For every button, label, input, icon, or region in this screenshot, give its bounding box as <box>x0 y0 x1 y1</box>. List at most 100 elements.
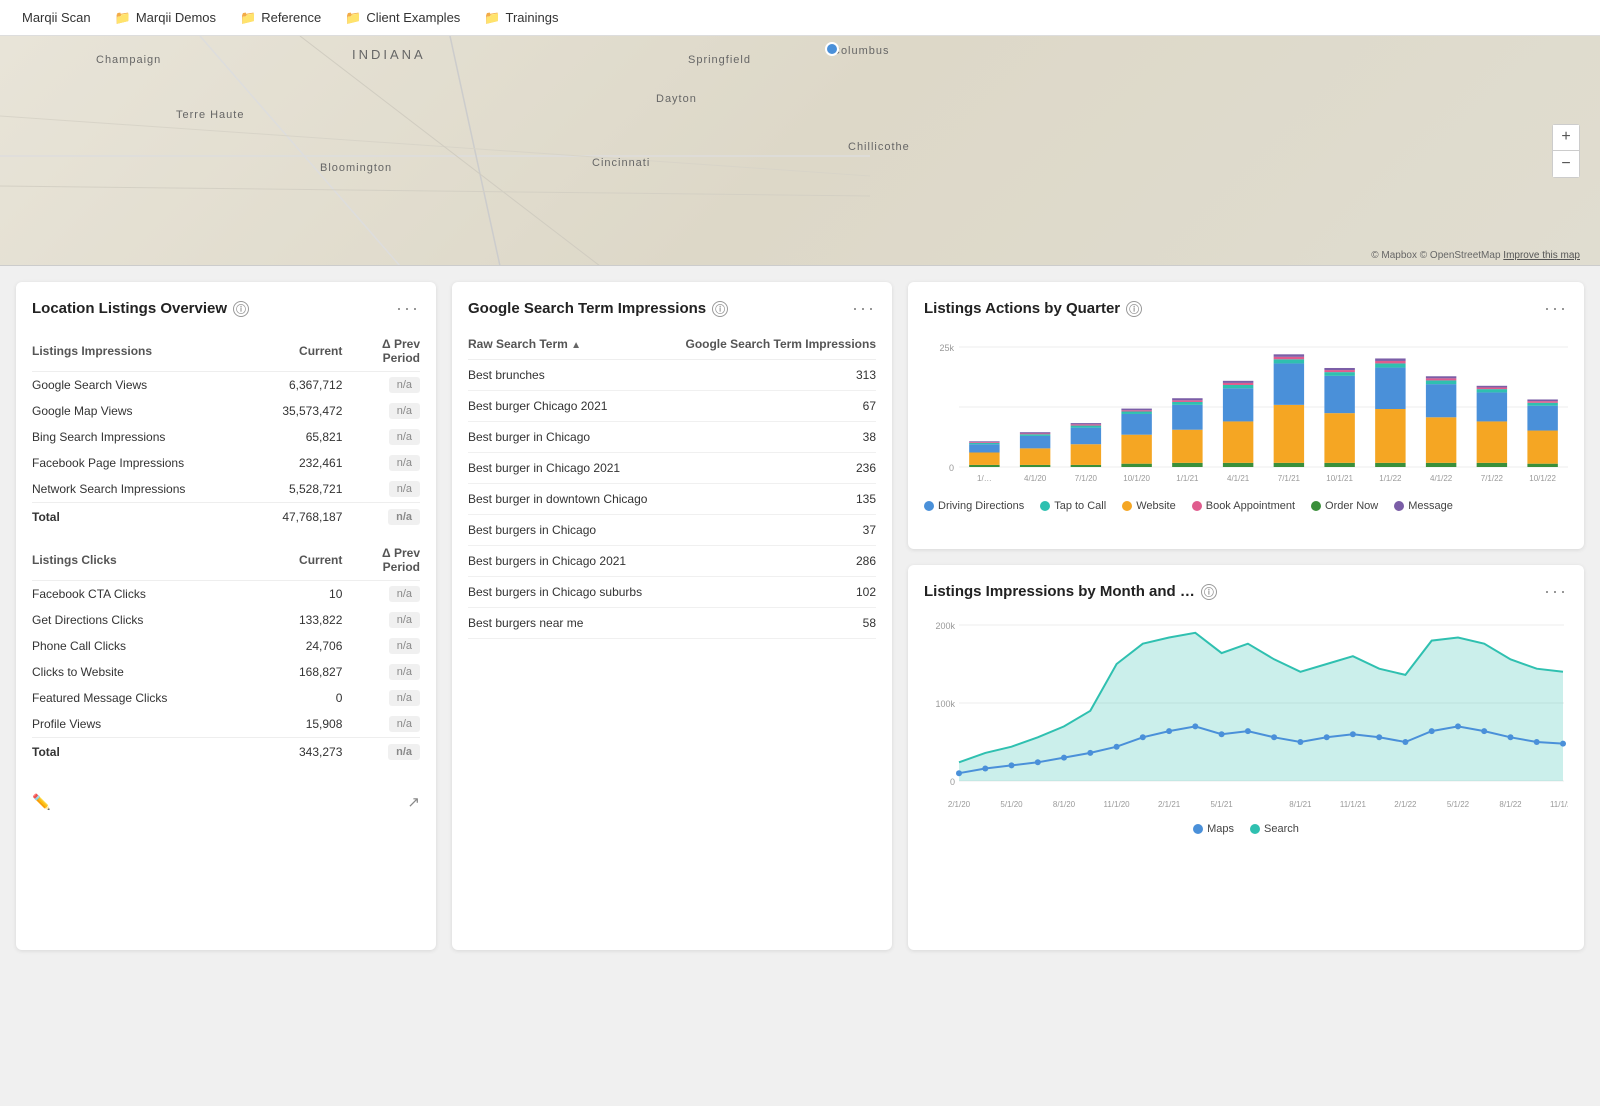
map-background[interactable]: Champaign INDIANA Terre Haute Bloomingto… <box>0 36 1600 265</box>
na-badge: n/a <box>389 586 420 602</box>
impressions-cell: 135 <box>675 484 876 515</box>
search-term-cell: Best burgers in Chicago <box>468 515 675 546</box>
search-table-row: Best burgers in Chicago37 <box>468 515 876 546</box>
clicks-total-row: Total 343,273 n/a <box>32 738 420 766</box>
top-nav: Marqii Scan 📁 Marqii Demos 📁 Reference 📁… <box>0 0 1600 36</box>
search-term-cell: Best burgers in Chicago suburbs <box>468 577 675 608</box>
folder-icon: 📁 <box>115 10 131 26</box>
delta-header: Δ Prev Period <box>342 333 420 372</box>
clicks-current-header: Current <box>245 542 342 581</box>
svg-text:11/1/21: 11/1/21 <box>1340 800 1367 809</box>
map-label-indiana: INDIANA <box>352 47 426 62</box>
location-listings-header: Location Listings Overview ⓘ ··· <box>32 298 420 319</box>
nav-client-examples[interactable]: 📁 Client Examples <box>335 6 470 30</box>
nav-label: Marqii Demos <box>136 10 216 25</box>
search-table-header: Raw Search Term ▲ Google Search Term Imp… <box>468 333 876 360</box>
svg-text:1/1/22: 1/1/22 <box>1379 474 1402 483</box>
table-row: Clicks to Website 168,827 n/a <box>32 659 420 685</box>
impressions-total-row: Total 47,768,187 n/a <box>32 503 420 531</box>
line-chart-svg: 200k100k02/1/205/1/208/1/2011/1/202/1/21… <box>924 616 1568 816</box>
svg-text:7/1/20: 7/1/20 <box>1075 474 1098 483</box>
legend-label: Message <box>1408 500 1453 512</box>
impressions-header-label: Listings Impressions <box>32 333 245 372</box>
nav-marqii-demos[interactable]: 📁 Marqii Demos <box>105 6 226 30</box>
sort-arrow[interactable]: ▲ <box>571 340 581 351</box>
nav-marqii-scan[interactable]: Marqii Scan <box>12 6 101 29</box>
clicks-section-header: Listings Clicks Current Δ Prev Period <box>32 542 420 581</box>
table-row: Get Directions Clicks 133,822 n/a <box>32 607 420 633</box>
table-row: Bing Search Impressions 65,821 n/a <box>32 424 420 450</box>
listings-actions-header: Listings Actions by Quarter ⓘ ··· <box>924 298 1568 319</box>
map-label-terre-haute: Terre Haute <box>176 109 244 121</box>
table-row: Google Search Views 6,367,712 n/a <box>32 372 420 399</box>
card-menu-button[interactable]: ··· <box>1544 581 1568 602</box>
improve-map-link[interactable]: Improve this map <box>1503 250 1580 261</box>
impressions-cell: 286 <box>675 546 876 577</box>
folder-icon: 📁 <box>484 10 500 26</box>
impressions-cell: 38 <box>675 422 876 453</box>
svg-text:10/1/20: 10/1/20 <box>1123 474 1150 483</box>
expand-icon[interactable]: ↗ <box>407 793 420 811</box>
legend-label: Website <box>1136 500 1176 512</box>
svg-text:2/1/22: 2/1/22 <box>1394 800 1417 809</box>
card-menu-button[interactable]: ··· <box>852 298 876 319</box>
map-attribution: © Mapbox © OpenStreetMap Improve this ma… <box>1371 250 1580 261</box>
impressions-section-header: Listings Impressions Current Δ Prev Peri… <box>32 333 420 372</box>
location-listings-title-text: Location Listings Overview <box>32 300 227 317</box>
na-badge: n/a <box>389 690 420 706</box>
info-icon[interactable]: ⓘ <box>233 301 249 317</box>
svg-text:8/1/20: 8/1/20 <box>1053 800 1076 809</box>
card-menu-button[interactable]: ··· <box>396 298 420 319</box>
map-label-chillicothe: Chillicothe <box>848 141 910 153</box>
svg-text:7/1/21: 7/1/21 <box>1278 474 1301 483</box>
na-badge: n/a <box>389 481 420 497</box>
map-label-cincinnati: Cincinnati <box>592 157 650 169</box>
nav-reference[interactable]: 📁 Reference <box>230 6 331 30</box>
legend-dot <box>1311 501 1321 511</box>
bar-chart-legend: Driving Directions Tap to Call Website B… <box>924 500 1568 512</box>
raw-search-term-col: Raw Search Term ▲ <box>468 333 675 360</box>
svg-text:11/1/22: 11/1/22 <box>1550 800 1568 809</box>
legend-label: Tap to Call <box>1054 500 1106 512</box>
info-icon[interactable]: ⓘ <box>1126 301 1142 317</box>
search-table-row: Best burger in Chicago38 <box>468 422 876 453</box>
legend-dot <box>1192 501 1202 511</box>
folder-icon: 📁 <box>240 10 256 26</box>
search-table-row: Best burgers near me58 <box>468 608 876 639</box>
svg-text:2/1/20: 2/1/20 <box>948 800 971 809</box>
legend-label: Driving Directions <box>938 500 1024 512</box>
legend-dot <box>924 501 934 511</box>
info-icon[interactable]: ⓘ <box>712 301 728 317</box>
location-listings-card: Location Listings Overview ⓘ ··· Listing… <box>16 282 436 950</box>
search-term-cell: Best burger in Chicago <box>468 422 675 453</box>
right-column: Listings Actions by Quarter ⓘ ··· 025k1/… <box>908 282 1584 950</box>
map-label-champaign: Champaign <box>96 54 161 66</box>
google-search-header: Google Search Term Impressions ⓘ ··· <box>468 298 876 319</box>
card-bottom-icons: ✏️ ↗ <box>32 785 420 811</box>
edit-icon[interactable]: ✏️ <box>32 793 51 811</box>
listings-impressions-title-text: Listings Impressions by Month and … <box>924 583 1195 600</box>
info-icon[interactable]: ⓘ <box>1201 584 1217 600</box>
na-badge: n/a <box>389 455 420 471</box>
listings-table: Listings Impressions Current Δ Prev Peri… <box>32 333 420 765</box>
map-zoom-in[interactable]: + <box>1553 125 1579 151</box>
impressions-cell: 37 <box>675 515 876 546</box>
legend-dot <box>1250 824 1260 834</box>
impressions-cell: 236 <box>675 453 876 484</box>
na-badge: n/a <box>388 744 420 760</box>
svg-text:25k: 25k <box>939 343 954 353</box>
google-search-title-text: Google Search Term Impressions <box>468 300 706 317</box>
current-header: Current <box>245 333 342 372</box>
legend-tap-to-call: Tap to Call <box>1040 500 1106 512</box>
google-search-card: Google Search Term Impressions ⓘ ··· Raw… <box>452 282 892 950</box>
search-term-cell: Best burger in Chicago 2021 <box>468 453 675 484</box>
map-zoom-out[interactable]: − <box>1553 151 1579 177</box>
na-badge: n/a <box>389 429 420 445</box>
nav-trainings[interactable]: 📁 Trainings <box>474 6 568 30</box>
map-label-springfield: Springfield <box>688 54 751 66</box>
map-roads-svg <box>0 36 1600 265</box>
nav-label: Reference <box>261 10 321 25</box>
table-row: Phone Call Clicks 24,706 n/a <box>32 633 420 659</box>
card-menu-button[interactable]: ··· <box>1544 298 1568 319</box>
svg-text:200k: 200k <box>935 621 955 631</box>
